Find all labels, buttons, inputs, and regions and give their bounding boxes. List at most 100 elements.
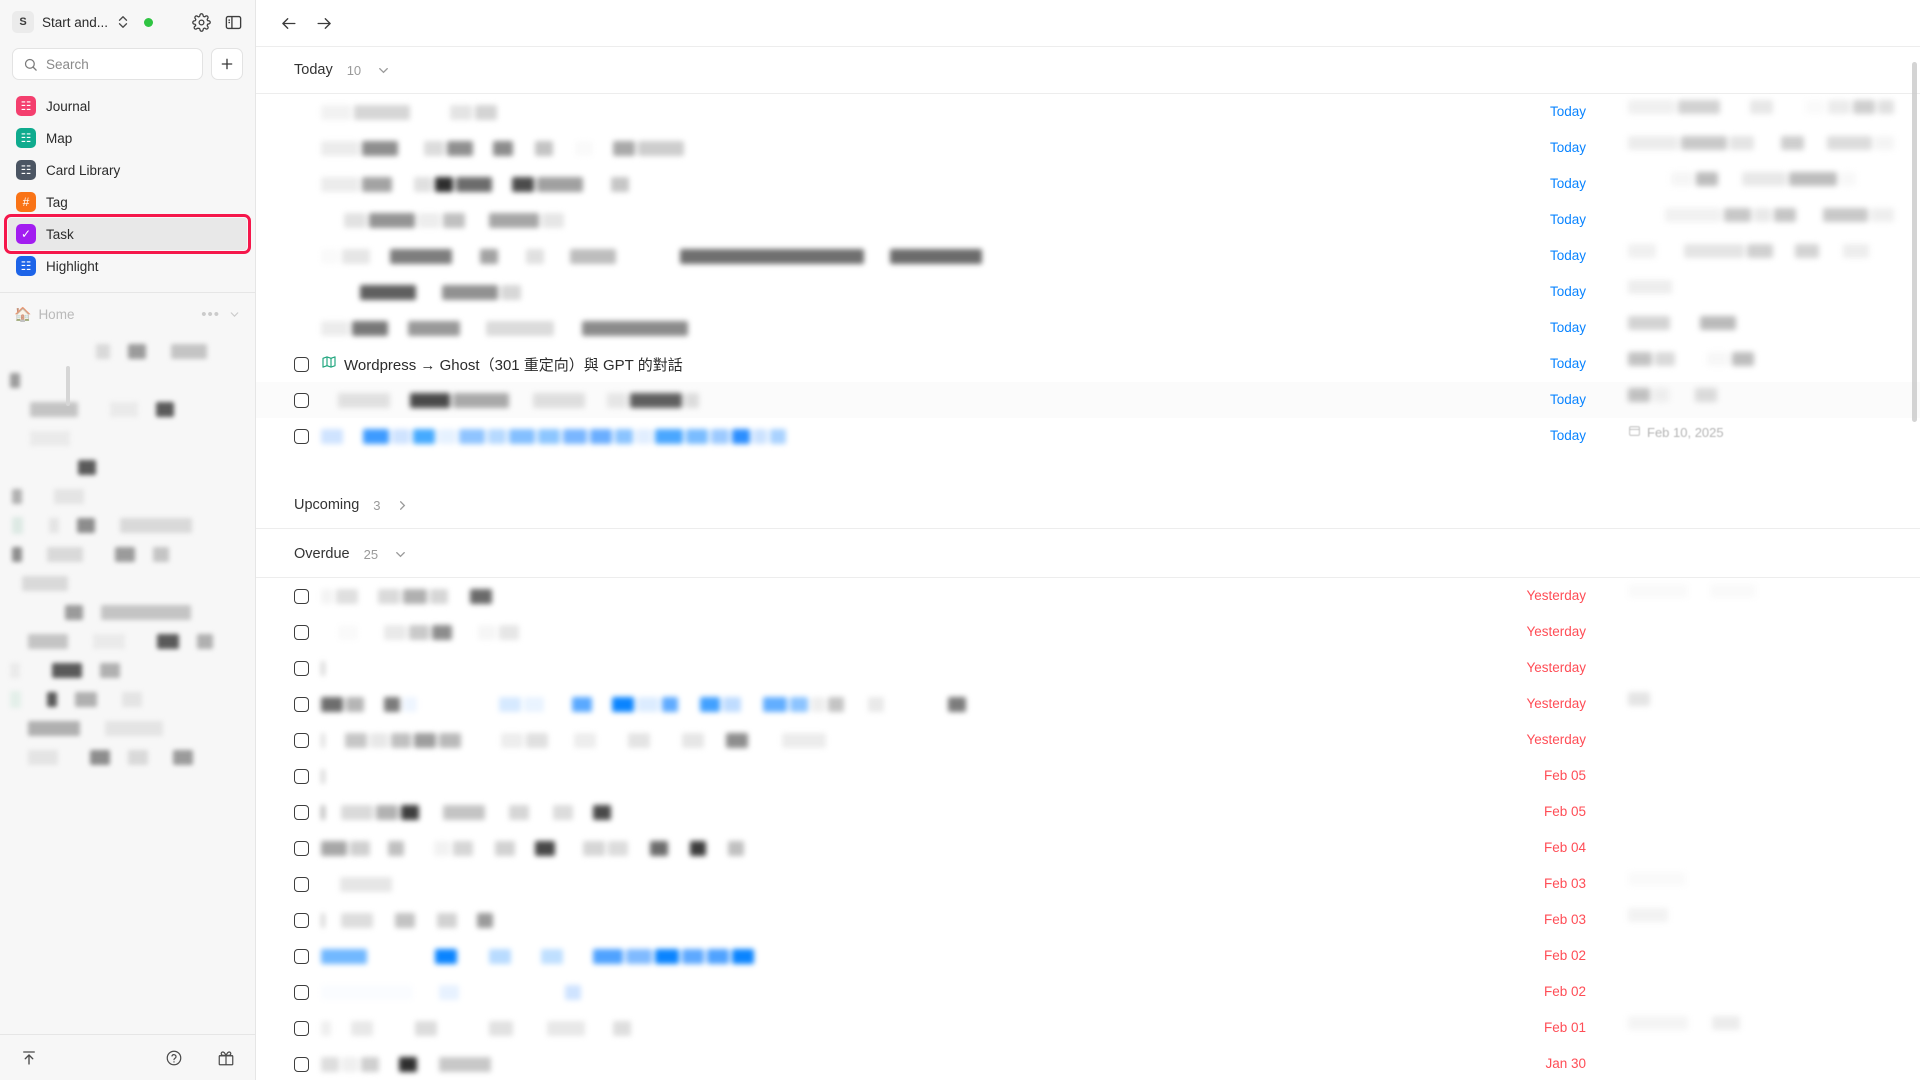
sidebar-tree-item[interactable] bbox=[0, 511, 255, 540]
sidebar-tree-item[interactable] bbox=[0, 366, 255, 395]
task-date-chip[interactable]: Feb 10, 2025 bbox=[1628, 424, 1724, 440]
task-title[interactable]: Wordpress → Ghost（301 重定向）與 GPT 的對話 bbox=[321, 354, 683, 375]
question-circle-icon[interactable] bbox=[163, 1047, 185, 1069]
sidebar-item-highlight[interactable]: ☷ Highlight bbox=[8, 250, 247, 282]
sidebar-tree-item[interactable] bbox=[0, 337, 255, 366]
task-row[interactable]: Yesterday bbox=[256, 614, 1920, 650]
task-checkbox[interactable] bbox=[294, 949, 309, 964]
task-checkbox[interactable] bbox=[294, 393, 309, 408]
sidebar-item-journal[interactable]: ☷ Journal bbox=[8, 90, 247, 122]
task-row[interactable]: Feb 05 bbox=[256, 758, 1920, 794]
section-header-today[interactable]: Today 10 bbox=[256, 47, 1920, 93]
task-row[interactable]: Today bbox=[256, 130, 1920, 166]
sidebar-scrollbar[interactable] bbox=[66, 366, 70, 406]
task-checkbox[interactable] bbox=[294, 357, 309, 372]
content-scrollbar[interactable] bbox=[1912, 62, 1917, 422]
task-row[interactable]: Today bbox=[256, 274, 1920, 310]
gift-icon[interactable] bbox=[215, 1047, 237, 1069]
task-due-date[interactable]: Today bbox=[1454, 238, 1594, 263]
chevron-up-down-icon[interactable] bbox=[116, 13, 130, 31]
gear-icon[interactable] bbox=[189, 10, 213, 34]
upload-icon[interactable] bbox=[18, 1047, 40, 1069]
add-new-button[interactable] bbox=[211, 48, 243, 80]
task-due-date[interactable]: Yesterday bbox=[1454, 614, 1594, 639]
task-row[interactable]: Wordpress → Ghost（301 重定向）與 GPT 的對話 Today bbox=[256, 346, 1920, 382]
task-row[interactable]: Today bbox=[256, 94, 1920, 130]
task-checkbox[interactable] bbox=[294, 841, 309, 856]
task-checkbox[interactable] bbox=[294, 661, 309, 676]
task-checkbox[interactable] bbox=[294, 1021, 309, 1036]
task-row[interactable]: Feb 01 bbox=[256, 1010, 1920, 1046]
sidebar-item-card-library[interactable]: ☷ Card Library bbox=[8, 154, 247, 186]
task-due-date[interactable]: Feb 02 bbox=[1454, 974, 1594, 999]
sidebar-item-tag[interactable]: # Tag bbox=[8, 186, 247, 218]
task-row[interactable]: Feb 03 bbox=[256, 866, 1920, 902]
task-due-date[interactable]: Today bbox=[1454, 418, 1594, 443]
task-checkbox[interactable] bbox=[294, 805, 309, 820]
task-row[interactable]: Feb 04 bbox=[256, 830, 1920, 866]
task-due-date[interactable]: Today bbox=[1454, 274, 1594, 299]
task-checkbox[interactable] bbox=[294, 985, 309, 1000]
task-checkbox[interactable] bbox=[294, 697, 309, 712]
task-checkbox[interactable] bbox=[294, 769, 309, 784]
task-due-date[interactable]: Today bbox=[1454, 382, 1594, 407]
task-checkbox[interactable] bbox=[294, 625, 309, 640]
task-due-date[interactable]: Yesterday bbox=[1454, 578, 1594, 603]
sidebar-tree-item[interactable] bbox=[0, 598, 255, 627]
sidebar-item-task[interactable]: ✓ Task bbox=[4, 214, 251, 254]
chevron-right-icon[interactable] bbox=[395, 497, 411, 513]
sidebar-tree-item[interactable] bbox=[0, 482, 255, 511]
chevron-down-icon[interactable] bbox=[392, 546, 408, 562]
task-due-date[interactable]: Today bbox=[1454, 310, 1594, 335]
task-due-date[interactable]: Yesterday bbox=[1454, 686, 1594, 711]
sidebar-tree-item[interactable] bbox=[0, 743, 255, 772]
task-row[interactable]: Today bbox=[256, 238, 1920, 274]
task-row[interactable]: Today bbox=[256, 310, 1920, 346]
sidebar-tree-item[interactable] bbox=[0, 395, 255, 424]
task-due-date[interactable]: Today bbox=[1454, 166, 1594, 191]
task-due-date[interactable]: Feb 03 bbox=[1454, 902, 1594, 927]
task-due-date[interactable]: Jan 30 bbox=[1454, 1046, 1594, 1071]
task-due-date[interactable]: Feb 03 bbox=[1454, 866, 1594, 891]
task-due-date[interactable]: Feb 02 bbox=[1454, 938, 1594, 963]
task-row[interactable]: Yesterday bbox=[256, 686, 1920, 722]
task-due-date[interactable]: Feb 05 bbox=[1454, 758, 1594, 783]
task-row[interactable]: Yesterday bbox=[256, 722, 1920, 758]
ellipsis-icon[interactable]: ••• bbox=[201, 306, 220, 323]
task-row[interactable]: Today Feb 10, 2025 bbox=[256, 418, 1920, 454]
sidebar-tree-item[interactable] bbox=[0, 714, 255, 743]
sidebar-tree-item[interactable] bbox=[0, 656, 255, 685]
task-row[interactable]: Yesterday bbox=[256, 578, 1920, 614]
task-checkbox[interactable] bbox=[294, 429, 309, 444]
task-due-date[interactable]: Today bbox=[1454, 202, 1594, 227]
task-row[interactable]: Feb 02 bbox=[256, 938, 1920, 974]
task-due-date[interactable]: Feb 01 bbox=[1454, 1010, 1594, 1035]
task-due-date[interactable]: Today bbox=[1454, 346, 1594, 371]
workspace-name[interactable]: Start and... bbox=[42, 15, 108, 30]
sidebar-tree-item[interactable] bbox=[0, 569, 255, 598]
task-row[interactable]: Feb 03 bbox=[256, 902, 1920, 938]
task-due-date[interactable]: Feb 04 bbox=[1454, 830, 1594, 855]
task-due-date[interactable]: Yesterday bbox=[1454, 650, 1594, 675]
task-row[interactable]: Today bbox=[256, 382, 1920, 418]
task-due-date[interactable]: Today bbox=[1454, 130, 1594, 155]
task-checkbox[interactable] bbox=[294, 589, 309, 604]
task-checkbox[interactable] bbox=[294, 733, 309, 748]
sidebar-toggle-icon[interactable] bbox=[221, 10, 245, 34]
section-header-overdue[interactable]: Overdue 25 bbox=[256, 531, 1920, 577]
chevron-down-icon[interactable] bbox=[227, 307, 241, 321]
sidebar-tree-item[interactable] bbox=[0, 540, 255, 569]
sidebar-tree-item[interactable] bbox=[0, 424, 255, 453]
sidebar-tree-item[interactable] bbox=[0, 627, 255, 656]
task-row[interactable]: Today bbox=[256, 202, 1920, 238]
task-checkbox[interactable] bbox=[294, 877, 309, 892]
task-row[interactable]: Jan 30 bbox=[256, 1046, 1920, 1080]
arrow-right-icon[interactable] bbox=[314, 13, 334, 33]
task-due-date[interactable]: Yesterday bbox=[1454, 722, 1594, 747]
home-section-header[interactable]: 🏠 Home ••• bbox=[0, 297, 255, 331]
task-row[interactable]: Feb 02 bbox=[256, 974, 1920, 1010]
section-header-upcoming[interactable]: Upcoming 3 bbox=[256, 482, 1920, 528]
arrow-left-icon[interactable] bbox=[278, 13, 298, 33]
chevron-down-icon[interactable] bbox=[375, 62, 391, 78]
task-due-date[interactable]: Feb 05 bbox=[1454, 794, 1594, 819]
